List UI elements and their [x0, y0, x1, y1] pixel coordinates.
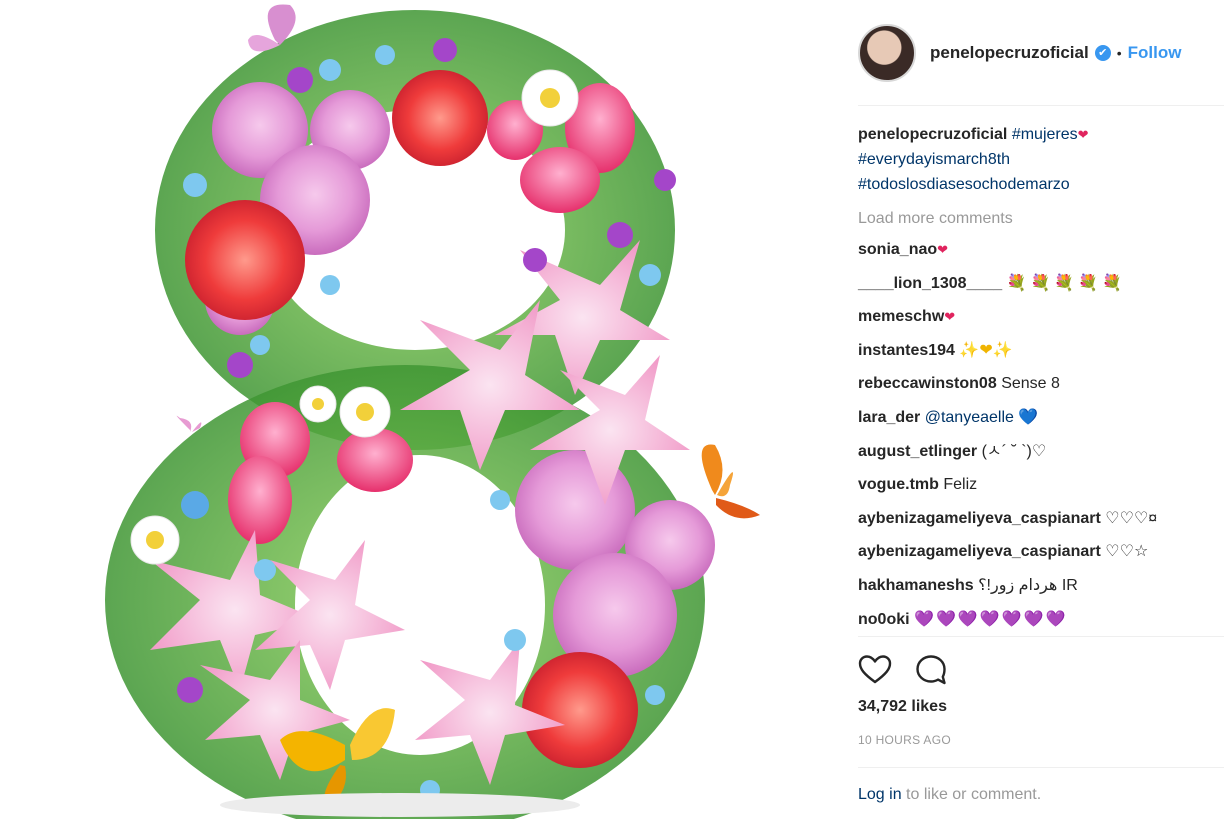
- follow-button[interactable]: Follow: [1128, 43, 1182, 63]
- comment-item: rebeccawinston08 Sense 8: [858, 367, 1224, 401]
- mention-link[interactable]: @tanyeaelle: [925, 409, 1014, 426]
- comment-text: Feliz: [943, 476, 978, 494]
- login-prompt: Log in to like or comment.: [858, 786, 1041, 804]
- login-divider: [858, 767, 1224, 768]
- comments-section: penelopecruzoficial #mujeres❤ #everydayi…: [858, 122, 1224, 636]
- hashtag-link[interactable]: #everydayismarch8th: [858, 151, 1010, 168]
- actions-divider: [858, 636, 1224, 637]
- header-divider: [858, 105, 1224, 106]
- comment-username[interactable]: rebeccawinston08: [858, 375, 997, 392]
- post-caption: penelopecruzoficial #mujeres❤ #everydayi…: [858, 122, 1224, 197]
- comment-username[interactable]: august_etlinger: [858, 443, 977, 460]
- purple-heart-emoji: 💜💜💜💜💜💜💜: [914, 610, 1068, 628]
- comment-item: lara_der @tanyeaelle 💙: [858, 401, 1224, 435]
- comment-item: no0oki 💜💜💜💜💜💜💜: [858, 603, 1224, 637]
- post-actions: [858, 648, 970, 692]
- hashtag-link[interactable]: #todoslosdiasesochodemarzo: [858, 176, 1070, 193]
- login-link[interactable]: Log in: [858, 786, 902, 803]
- post-header: penelopecruzoficial ✔ • Follow: [858, 22, 1224, 84]
- comment-item: instantes194 ✨❤✨: [858, 334, 1224, 368]
- comment-item: ____lion_1308____ 💐💐💐💐💐: [858, 267, 1224, 301]
- comment-text: هردام زور!؟ IR: [978, 576, 1078, 594]
- likes-count[interactable]: 34,792 likes: [858, 698, 947, 716]
- comment-username[interactable]: lara_der: [858, 409, 920, 426]
- butterfly-orange-icon: [701, 444, 760, 519]
- red-heart-emoji: ❤: [1077, 127, 1089, 142]
- login-prompt-text: to like or comment.: [901, 786, 1042, 803]
- comment-item: aybenizagameliyeva_caspianart ♡♡☆: [858, 535, 1224, 569]
- hashtag-link[interactable]: #mujeres: [1012, 126, 1078, 143]
- comment-item: vogue.tmb Feliz: [858, 468, 1224, 502]
- comment-item: august_etlinger (ㅅ´ ˘ `)♡: [858, 435, 1224, 469]
- butterfly-pink-icon: [176, 415, 202, 432]
- sparkle-heart-emoji: ✨❤✨: [959, 341, 1013, 359]
- comment-username[interactable]: instantes194: [858, 342, 955, 359]
- header-separator: •: [1116, 45, 1122, 61]
- blue-heart-emoji: 💙: [1018, 408, 1039, 426]
- post-author-username[interactable]: penelopecruzoficial: [930, 43, 1089, 63]
- ground-shadow: [220, 793, 580, 817]
- heart-outline-icon[interactable]: [858, 653, 892, 687]
- comment-text: (ㅅ´ ˘ `)♡: [981, 442, 1047, 460]
- floral-number-eight-illustration: [105, 4, 760, 819]
- verified-badge-icon: ✔: [1094, 45, 1111, 61]
- comment-username[interactable]: sonia_nao: [858, 241, 937, 258]
- comment-text: ♡♡☆: [1105, 543, 1149, 561]
- comment-username[interactable]: ____lion_1308____: [858, 275, 1002, 292]
- comment-item: hakhamaneshs هردام زور!؟ IR: [858, 569, 1224, 603]
- comment-username[interactable]: aybenizagameliyeva_caspianart: [858, 543, 1101, 560]
- comment-text: ♡♡♡¤: [1105, 509, 1158, 527]
- comment-username[interactable]: no0oki: [858, 611, 910, 628]
- post-timestamp[interactable]: 10 HOURS AGO: [858, 733, 951, 747]
- comment-username[interactable]: aybenizagameliyeva_caspianart: [858, 510, 1101, 527]
- comment-item: sonia_nao❤: [858, 233, 1224, 267]
- comment-username[interactable]: memeschw: [858, 308, 944, 325]
- comment-username[interactable]: hakhamaneshs: [858, 577, 974, 594]
- red-heart-emoji: ❤: [944, 309, 956, 325]
- comment-text: Sense 8: [1001, 375, 1060, 393]
- load-more-comments-button[interactable]: Load more comments: [858, 205, 1224, 233]
- post-sidebar: penelopecruzoficial ✔ • Follow penelopec…: [840, 0, 1224, 819]
- comment-item: memeschw❤: [858, 300, 1224, 334]
- comment-item: aybenizagameliyeva_caspianart ♡♡♡¤: [858, 502, 1224, 536]
- post-image[interactable]: [0, 0, 826, 819]
- comment-username[interactable]: vogue.tmb: [858, 476, 939, 493]
- comment-bubble-icon[interactable]: [914, 653, 948, 687]
- bouquet-emoji: 💐💐💐💐💐: [1006, 274, 1127, 292]
- avatar[interactable]: [858, 24, 916, 82]
- caption-username[interactable]: penelopecruzoficial: [858, 126, 1007, 143]
- red-heart-emoji: ❤: [937, 242, 949, 257]
